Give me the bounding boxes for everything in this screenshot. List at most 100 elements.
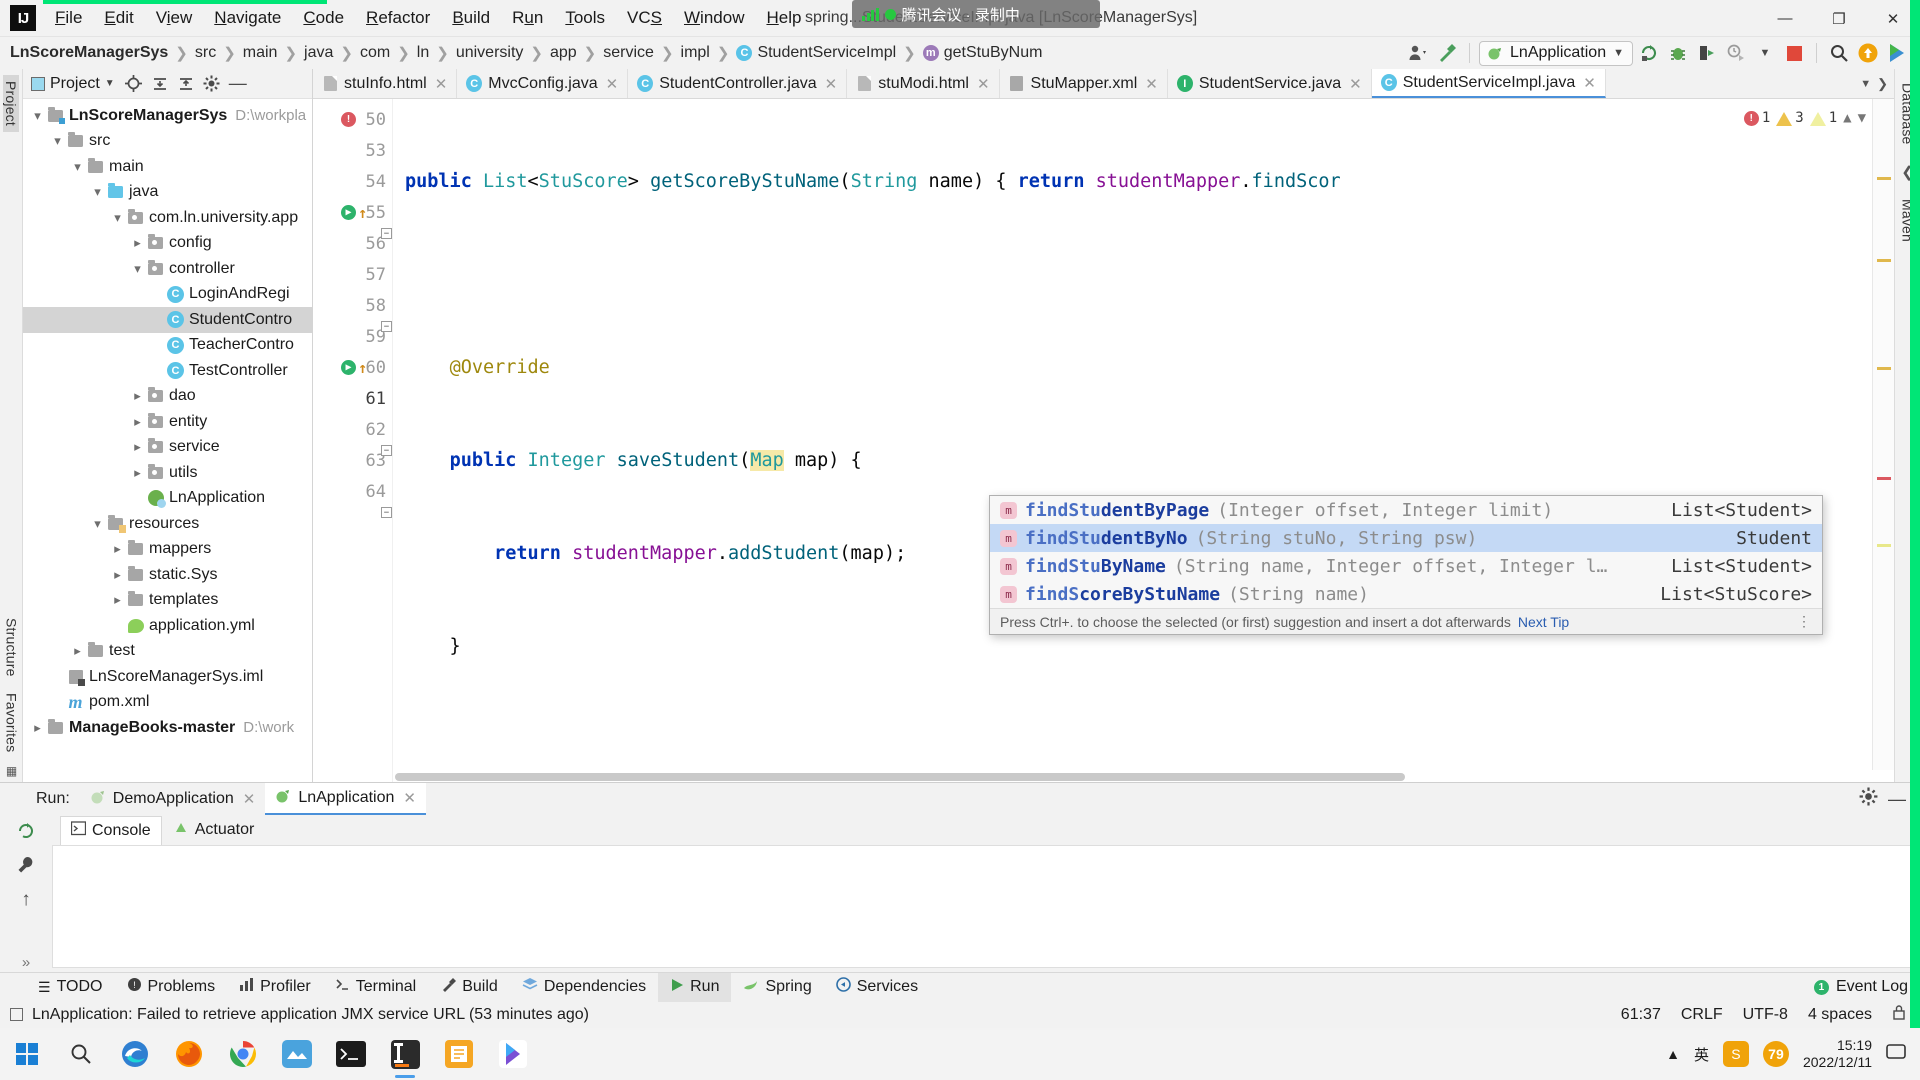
chevron-right-icon[interactable]: ▸ <box>129 414 146 430</box>
tree-node-application-yml[interactable]: application.yml <box>23 613 312 639</box>
console-output[interactable] <box>52 845 1914 968</box>
autocomplete-item-findScoreByStuName[interactable]: m findScoreByStuName (String name) List<Stu… <box>990 580 1822 608</box>
menu-build[interactable]: Build <box>441 2 501 34</box>
autocomplete-item-findStudentByPage[interactable]: m findStudentByPage (Integer offset, Integ… <box>990 496 1822 524</box>
editor-tab-studentservice-java[interactable]: I StudentService.java ✕ <box>1167 69 1372 98</box>
chevron-down-icon[interactable]: ▾ <box>69 159 86 175</box>
rail-item-project[interactable]: Project <box>3 75 19 132</box>
chevron-down-icon[interactable]: ▼ <box>1858 103 1866 134</box>
tree-node-controller[interactable]: ▾ controller <box>23 256 312 282</box>
close-icon[interactable]: ✕ <box>435 75 448 93</box>
user-icon[interactable] <box>1405 40 1431 66</box>
settings-gear-icon[interactable] <box>1859 787 1878 811</box>
tree-node-lnapplication[interactable]: LnApplication <box>23 486 312 512</box>
breadcrumb-ln[interactable]: ln <box>417 44 429 62</box>
run-tab-demoapplication[interactable]: DemoApplication ✕ <box>80 783 266 815</box>
breadcrumb-app[interactable]: app <box>550 44 577 62</box>
minimize-panel-icon[interactable]: — <box>1888 789 1906 810</box>
chevron-right-icon[interactable]: ▸ <box>109 567 126 583</box>
autocomplete-popup[interactable]: m findStudentByPage (Integer offset, Integ… <box>989 495 1823 635</box>
tray-sogou-icon[interactable]: S <box>1722 1041 1749 1067</box>
menu-run[interactable]: Run <box>501 2 554 34</box>
implements-gutter-icon[interactable]: ↑ <box>358 204 367 222</box>
tree-node-com-ln-university-app[interactable]: ▾ com.ln.university.app <box>23 205 312 231</box>
breadcrumb-src[interactable]: src <box>195 44 216 62</box>
run-gutter-icon[interactable]: ▶ <box>341 205 356 220</box>
tree-node-templates[interactable]: ▸ templates <box>23 588 312 614</box>
taskbar-firefox-icon[interactable] <box>162 1028 216 1080</box>
run-tab-lnapplication[interactable]: LnApplication ✕ <box>265 783 426 815</box>
menu-help[interactable]: Help <box>755 2 812 34</box>
code-fold-icon[interactable]: − <box>381 507 392 518</box>
chevron-right-icon[interactable]: ▸ <box>129 439 146 455</box>
caret-position[interactable]: 61:37 <box>1621 1006 1661 1024</box>
minimize-button[interactable]: — <box>1758 0 1812 37</box>
gutter-line-64[interactable]: 64 <box>313 476 392 507</box>
search-icon[interactable] <box>1826 40 1852 66</box>
stop-icon[interactable] <box>1781 40 1807 66</box>
menu-code[interactable]: Code <box>292 2 355 34</box>
chevron-down-icon[interactable]: ▾ <box>29 108 46 124</box>
chevron-down-icon[interactable]: ▾ <box>129 261 146 277</box>
code-fold-icon[interactable]: − <box>381 321 392 332</box>
menu-navigate[interactable]: Navigate <box>203 2 292 34</box>
chevron-right-icon[interactable]: ▸ <box>109 592 126 608</box>
start-button[interactable] <box>0 1028 54 1080</box>
gutter-line-61[interactable]: 61 <box>313 383 392 414</box>
menu-view[interactable]: View <box>145 2 204 34</box>
chevron-down-icon[interactable]: ▼ <box>1860 78 1871 90</box>
lock-icon[interactable] <box>1892 1004 1906 1025</box>
close-icon[interactable]: ✕ <box>1349 75 1362 93</box>
menu-vcs[interactable]: VCS <box>616 2 673 34</box>
menu-window[interactable]: Window <box>673 2 755 34</box>
autocomplete-item-findStudentByNo[interactable]: m findStudentByNo (String stuNo, String ps… <box>990 524 1822 552</box>
tree-node-pom-xml[interactable]: m pom.xml <box>23 690 312 716</box>
file-encoding[interactable]: UTF-8 <box>1743 1006 1788 1024</box>
editor-tab-mvcconfig-java[interactable]: C MvcConfig.java ✕ <box>457 69 629 98</box>
breadcrumb-service[interactable]: service <box>603 44 654 62</box>
chevron-right-icon[interactable]: ▸ <box>69 643 86 659</box>
project-panel-title[interactable]: Project ▼ <box>31 75 115 93</box>
breadcrumb-impl[interactable]: impl <box>681 44 710 62</box>
project-tree[interactable]: ▾ LnScoreManagerSys D:\workpla ▾ src ▾ main ▾ ja… <box>23 99 312 782</box>
close-icon[interactable]: ✕ <box>1145 75 1158 93</box>
chevron-right-icon[interactable]: ▸ <box>29 720 46 736</box>
subtab-actuator[interactable]: Actuator <box>164 816 265 844</box>
close-icon[interactable]: ✕ <box>825 75 838 93</box>
tray-chevron-up-icon[interactable]: ▲ <box>1666 1046 1680 1062</box>
tray-badge-icon[interactable]: 79 <box>1762 1041 1789 1067</box>
tool-services[interactable]: Services <box>824 973 930 1002</box>
tree-node-config[interactable]: ▸ config <box>23 231 312 257</box>
inspection-strip[interactable] <box>1872 99 1894 782</box>
update-icon[interactable] <box>1855 40 1881 66</box>
collapse-all-icon[interactable] <box>149 73 171 95</box>
tree-node-dao[interactable]: ▸ dao <box>23 384 312 410</box>
maximize-button[interactable]: ❐ <box>1812 0 1866 37</box>
gutter-line-50[interactable]: ! 50 <box>313 104 392 135</box>
breadcrumb-com[interactable]: com <box>360 44 390 62</box>
close-icon[interactable]: ✕ <box>403 789 416 807</box>
tree-node-static-sys[interactable]: ▸ static.Sys <box>23 562 312 588</box>
chevron-right-icon[interactable]: ▸ <box>129 235 146 251</box>
taskbar-edge-icon[interactable] <box>108 1028 162 1080</box>
tree-node-service[interactable]: ▸ service <box>23 435 312 461</box>
tree-node-utils[interactable]: ▸ utils <box>23 460 312 486</box>
tree-node-mappers[interactable]: ▸ mappers <box>23 537 312 563</box>
tree-node-managebooks-master[interactable]: ▸ ManageBooks-master D:\work <box>23 715 312 741</box>
code-fold-icon[interactable]: − <box>381 445 392 456</box>
tree-node-src[interactable]: ▾ src <box>23 129 312 155</box>
tree-node-java[interactable]: ▾ java <box>23 180 312 206</box>
chevron-right-icon[interactable]: ▸ <box>129 465 146 481</box>
breadcrumb-university[interactable]: university <box>456 44 524 62</box>
close-icon[interactable]: ✕ <box>606 75 619 93</box>
tree-node-testcontroller[interactable]: C TestController <box>23 358 312 384</box>
code-editor[interactable]: public List<StuScore> getScoreByStuName(… <box>393 99 1894 782</box>
editor-tab-stumapper-xml[interactable]: StuMapper.xml ✕ <box>999 69 1168 98</box>
horizontal-scrollbar[interactable] <box>393 770 1894 782</box>
gutter-line-53[interactable]: 53 <box>313 135 392 166</box>
chevron-right-icon[interactable]: ▸ <box>129 388 146 404</box>
chevron-down-icon[interactable]: ▼ <box>1752 40 1778 66</box>
taskbar-chrome-icon[interactable] <box>216 1028 270 1080</box>
tool-spring[interactable]: Spring <box>731 973 823 1002</box>
tool-problems[interactable]: ! Problems <box>115 973 228 1002</box>
